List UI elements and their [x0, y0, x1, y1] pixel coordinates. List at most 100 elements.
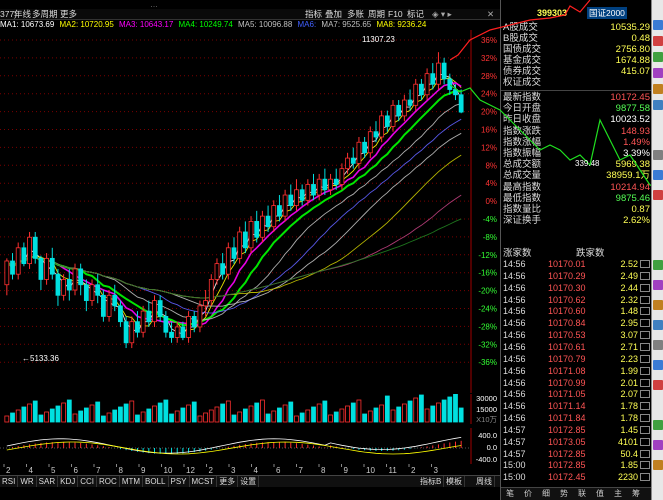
- candle-up[interactable]: [345, 157, 350, 170]
- candle-down[interactable]: [95, 284, 101, 296]
- close-icon[interactable]: ✕: [487, 9, 494, 20]
- candle-down[interactable]: [83, 284, 89, 301]
- ruler-icon[interactable]: [653, 100, 663, 110]
- candle-up[interactable]: [152, 300, 157, 323]
- grid-icon[interactable]: [653, 150, 663, 160]
- window-controls-icon[interactable]: ◈ ▾ ▸: [432, 9, 452, 20]
- candle-down[interactable]: [55, 273, 61, 296]
- candle-up[interactable]: [367, 131, 373, 154]
- candle-up[interactable]: [424, 73, 430, 96]
- candle-up[interactable]: [203, 300, 208, 307]
- candle-up[interactable]: [106, 294, 112, 317]
- calendar-icon[interactable]: [653, 360, 663, 370]
- tab-weekly[interactable]: 周线: [474, 476, 495, 487]
- candle-down[interactable]: [407, 99, 413, 106]
- candle-down[interactable]: [453, 89, 458, 96]
- tab-boll[interactable]: BOLL: [143, 476, 169, 487]
- candle-up[interactable]: [61, 279, 67, 296]
- candle-up[interactable]: [174, 326, 180, 338]
- chart-icon[interactable]: [653, 320, 663, 330]
- tab-mtm[interactable]: MTM: [120, 476, 144, 487]
- candle-down[interactable]: [458, 94, 464, 113]
- candle-down[interactable]: [180, 326, 186, 338]
- candle-down[interactable]: [311, 184, 316, 196]
- help-icon[interactable]: [653, 440, 663, 450]
- candle-down[interactable]: [32, 236, 38, 259]
- refresh-icon[interactable]: [653, 420, 663, 430]
- candle-down[interactable]: [254, 221, 260, 238]
- candle-down[interactable]: [350, 157, 356, 164]
- candle-down[interactable]: [447, 78, 453, 90]
- candle-up[interactable]: [282, 194, 288, 217]
- candle-down[interactable]: [191, 315, 197, 328]
- candle-up[interactable]: [305, 184, 311, 201]
- tab-sar[interactable]: SAR: [37, 476, 59, 487]
- candle-up[interactable]: [15, 247, 21, 275]
- candle-up[interactable]: [208, 279, 214, 301]
- candle-down[interactable]: [242, 231, 248, 249]
- candle-up[interactable]: [72, 268, 78, 291]
- candle-down[interactable]: [220, 263, 226, 275]
- tab-zhi[interactable]: 值: [591, 488, 609, 500]
- candle-down[interactable]: [441, 62, 447, 80]
- candle-up[interactable]: [214, 263, 220, 280]
- candle-down[interactable]: [118, 305, 123, 323]
- candle-up[interactable]: [197, 305, 203, 328]
- tab-bi[interactable]: 笔: [501, 488, 519, 500]
- candle-up[interactable]: [379, 115, 385, 138]
- candle-up[interactable]: [260, 215, 265, 238]
- tab-rsi[interactable]: RSI: [0, 476, 19, 487]
- candle-up[interactable]: [271, 205, 277, 228]
- tab-f10[interactable]: F10: [388, 9, 403, 20]
- layout-icon[interactable]: [653, 170, 663, 180]
- candle-down[interactable]: [163, 315, 169, 333]
- candle-down[interactable]: [373, 131, 379, 138]
- candle-up[interactable]: [237, 231, 243, 259]
- candle-down[interactable]: [10, 260, 15, 275]
- candle-down[interactable]: [112, 294, 118, 307]
- candle-up[interactable]: [316, 178, 322, 196]
- candle-up[interactable]: [328, 178, 333, 191]
- tab-mcst[interactable]: MCST: [190, 476, 218, 487]
- candle-down[interactable]: [38, 257, 44, 280]
- tab-settings[interactable]: 设置: [238, 476, 260, 487]
- candle-up[interactable]: [339, 168, 345, 185]
- candle-up[interactable]: [401, 99, 407, 117]
- candle-down[interactable]: [66, 279, 72, 291]
- candle-up[interactable]: [140, 310, 146, 333]
- candle-up[interactable]: [186, 315, 191, 338]
- tab-more[interactable]: 更多: [217, 476, 239, 487]
- candle-up[interactable]: [89, 284, 95, 301]
- candle-up[interactable]: [436, 62, 441, 85]
- candle-down[interactable]: [396, 104, 402, 117]
- candle-up[interactable]: [356, 141, 362, 164]
- candle-up[interactable]: [248, 221, 254, 249]
- candle-down[interactable]: [157, 300, 163, 317]
- candle-up[interactable]: [225, 247, 231, 275]
- draw-line-icon[interactable]: [653, 52, 663, 62]
- step-icon[interactable]: [653, 300, 663, 310]
- volume-chart[interactable]: 30000 15000X10万: [0, 394, 500, 424]
- candle-down[interactable]: [265, 215, 271, 228]
- candle-up[interactable]: [413, 83, 419, 106]
- candle-down[interactable]: [78, 268, 84, 286]
- tab-chou[interactable]: 筹: [627, 488, 645, 500]
- candle-down[interactable]: [419, 83, 424, 96]
- multi-period-button[interactable]: 多周期: [32, 9, 58, 20]
- tab-shi[interactable]: 势: [555, 488, 573, 500]
- text-tool-icon[interactable]: [653, 84, 663, 94]
- candle-down[interactable]: [277, 205, 282, 217]
- candle-up[interactable]: [4, 260, 10, 286]
- more-button[interactable]: 更多: [60, 9, 77, 20]
- tab-overlay[interactable]: 叠加: [325, 9, 342, 20]
- settings-icon[interactable]: [653, 460, 663, 470]
- candle-down[interactable]: [146, 310, 152, 323]
- candle-up[interactable]: [27, 236, 32, 265]
- candle-down[interactable]: [21, 247, 27, 265]
- candle-down[interactable]: [288, 194, 294, 206]
- tab-jia[interactable]: 价: [519, 488, 537, 500]
- tab-indicator[interactable]: 指标: [305, 9, 322, 20]
- tab-multi-account[interactable]: 多账: [347, 9, 364, 20]
- tab-cci[interactable]: CCI: [78, 476, 98, 487]
- tab-zhu[interactable]: 主: [609, 488, 627, 500]
